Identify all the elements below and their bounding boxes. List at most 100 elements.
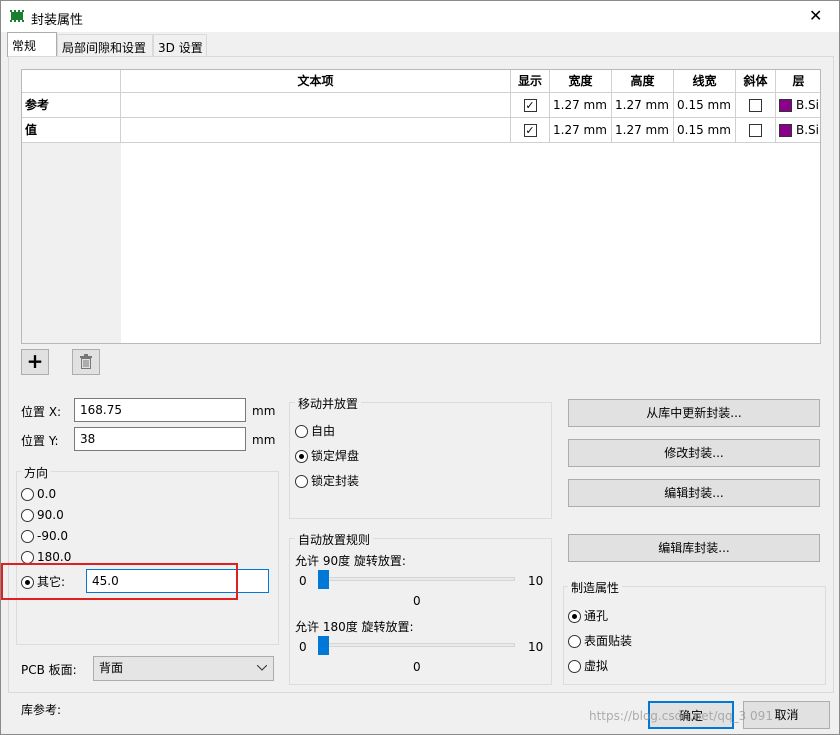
position-y-label: 位置 Y: xyxy=(21,434,59,448)
position-x-label: 位置 X: xyxy=(21,405,62,419)
value-thickness-cell[interactable]: 0.15 mm xyxy=(674,118,736,143)
change-footprint-button[interactable]: 修改封装... xyxy=(568,439,820,467)
chevron-down-icon xyxy=(257,665,267,671)
position-y-input[interactable]: 38 xyxy=(74,427,246,451)
fab-option-label: 虚拟 xyxy=(584,659,609,673)
tab-label: 局部间隙和设置 xyxy=(62,41,147,55)
value-layer-cell[interactable]: B.Si xyxy=(776,118,820,143)
value-italic-cell[interactable] xyxy=(736,118,776,143)
fab-option-label: 表面贴装 xyxy=(584,634,633,648)
col-header-height: 高度 xyxy=(612,70,674,93)
orientation-option-label: -90.0 xyxy=(37,529,69,543)
text-items-grid: 文本项 显示 宽度 高度 线宽 斜体 层 参考 ✓ 1.27 mm 1.27 m… xyxy=(21,69,821,344)
radio-button[interactable] xyxy=(21,530,34,543)
reference-height-cell[interactable]: 1.27 mm xyxy=(612,93,674,118)
tab-local-clearance[interactable]: 局部间隙和设置 xyxy=(57,34,153,56)
value-show-checkbox[interactable]: ✓ xyxy=(523,124,537,137)
highlight-box xyxy=(1,563,238,600)
watermark: https://blog.csdn.net/qq_3 091 xyxy=(589,709,773,723)
board-side-value: 背面 xyxy=(99,661,124,675)
value-show-cell[interactable]: ✓ xyxy=(511,118,550,143)
dialog-window: 封装属性 ✕ 常规 局部间隙和设置 3D 设置 文本项 显示 宽度 高度 线宽 … xyxy=(0,0,840,735)
reference-show-cell[interactable]: ✓ xyxy=(511,93,550,118)
reference-text-cell[interactable] xyxy=(121,93,511,118)
radio-button-selected[interactable] xyxy=(568,610,581,623)
reference-show-checkbox[interactable]: ✓ xyxy=(523,99,537,112)
rot90-min: 0 xyxy=(299,574,307,588)
orientation-option-label: 0.0 xyxy=(37,487,57,501)
orientation-option-90[interactable]: 90.0 xyxy=(21,507,64,523)
tab-label: 3D 设置 xyxy=(158,41,203,55)
rot90-slider-thumb[interactable] xyxy=(318,570,329,589)
move-option-free[interactable]: 自由 xyxy=(295,423,335,439)
edit-library-footprint-button[interactable]: 编辑库封装... xyxy=(568,534,820,562)
footprint-icon xyxy=(10,10,24,22)
update-from-library-button[interactable]: 从库中更新封装... xyxy=(568,399,820,427)
move-option-label: 自由 xyxy=(311,424,336,438)
radio-button[interactable] xyxy=(295,425,308,438)
radio-button[interactable] xyxy=(295,475,308,488)
orientation-title: 方向 xyxy=(21,464,52,481)
layer-color-swatch xyxy=(779,124,792,137)
reference-italic-checkbox[interactable] xyxy=(749,99,762,112)
radio-button-selected[interactable] xyxy=(295,450,308,463)
col-header-italic: 斜体 xyxy=(736,70,776,93)
reference-layer-cell[interactable]: B.Si xyxy=(776,93,820,118)
value-height-cell[interactable]: 1.27 mm xyxy=(612,118,674,143)
reference-layer-name: B.Si xyxy=(796,98,819,112)
tab-3d-settings[interactable]: 3D 设置 xyxy=(153,34,207,56)
edit-footprint-button[interactable]: 编辑封装... xyxy=(568,479,820,507)
fab-option-virtual[interactable]: 虚拟 xyxy=(568,658,608,674)
position-x-input[interactable]: 168.75 xyxy=(74,398,246,422)
fabrication-title: 制造属性 xyxy=(568,579,623,596)
move-option-lock-pads[interactable]: 锁定焊盘 xyxy=(295,448,359,464)
window-title: 封装属性 xyxy=(31,13,84,28)
delete-text-button[interactable] xyxy=(72,349,100,375)
add-text-button[interactable]: + xyxy=(21,349,49,375)
layer-color-swatch xyxy=(779,99,792,112)
plus-icon: + xyxy=(26,349,44,373)
col-header-width: 宽度 xyxy=(550,70,612,93)
rot90-slider-track[interactable] xyxy=(318,577,515,581)
move-option-label: 锁定封装 xyxy=(311,474,360,488)
row-label-reference: 参考 xyxy=(22,93,121,118)
trash-icon xyxy=(80,354,92,369)
orientation-option-0[interactable]: 0.0 xyxy=(21,486,56,502)
close-icon[interactable]: ✕ xyxy=(809,6,822,25)
radio-button[interactable] xyxy=(568,635,581,648)
value-layer-name: B.Si xyxy=(796,123,819,137)
fab-option-smd[interactable]: 表面贴装 xyxy=(568,633,632,649)
value-width-cell[interactable]: 1.27 mm xyxy=(550,118,612,143)
board-side-select[interactable]: 背面 xyxy=(93,656,274,681)
move-place-title: 移动并放置 xyxy=(295,395,362,412)
tab-general[interactable]: 常规 xyxy=(7,32,57,57)
orientation-option-label: 180.0 xyxy=(37,550,72,564)
orientation-option-label: 90.0 xyxy=(37,508,64,522)
position-x-unit: mm xyxy=(252,404,276,418)
rot180-max: 10 xyxy=(528,640,544,654)
fab-option-label: 通孔 xyxy=(584,609,609,623)
fab-option-through-hole[interactable]: 通孔 xyxy=(568,608,608,624)
grid-corner xyxy=(22,70,121,93)
value-italic-checkbox[interactable] xyxy=(749,124,762,137)
rot90-max: 10 xyxy=(528,574,544,588)
position-y-unit: mm xyxy=(252,433,276,447)
grid-empty-area xyxy=(121,143,820,343)
rot90-label: 允许 90度 旋转放置: xyxy=(295,554,406,568)
col-header-text: 文本项 xyxy=(121,70,511,93)
radio-button[interactable] xyxy=(568,660,581,673)
reference-thickness-cell[interactable]: 0.15 mm xyxy=(674,93,736,118)
rot180-min: 0 xyxy=(299,640,307,654)
move-option-lock-footprint[interactable]: 锁定封装 xyxy=(295,473,359,489)
tab-label: 常规 xyxy=(12,39,37,53)
radio-button[interactable] xyxy=(21,509,34,522)
value-text-cell[interactable] xyxy=(121,118,511,143)
rot180-value: 0 xyxy=(413,660,421,674)
reference-italic-cell[interactable] xyxy=(736,93,776,118)
rot180-slider-thumb[interactable] xyxy=(318,636,329,655)
reference-width-cell[interactable]: 1.27 mm xyxy=(550,93,612,118)
rot180-slider-track[interactable] xyxy=(318,643,515,647)
radio-button[interactable] xyxy=(21,488,34,501)
library-reference-label: 库参考: xyxy=(21,703,62,717)
orientation-option-minus90[interactable]: -90.0 xyxy=(21,528,68,544)
